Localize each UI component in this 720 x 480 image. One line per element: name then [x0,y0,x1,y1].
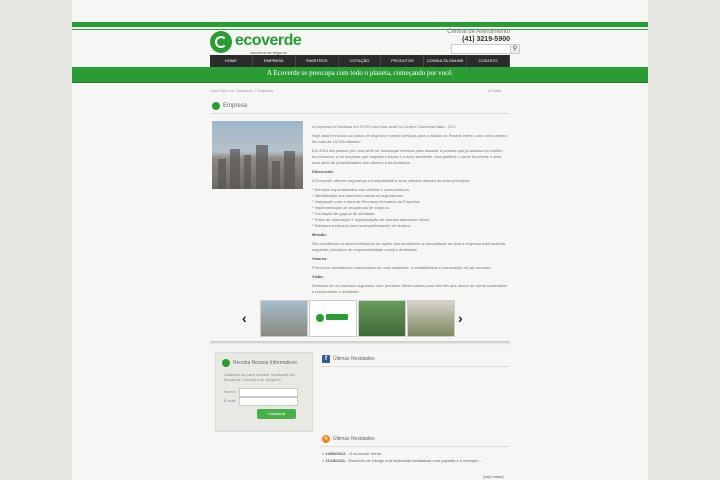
search-input[interactable] [451,44,511,54]
logo-mark-icon [210,31,232,53]
news-text: - Escritório de Design cria luminárias f… [346,458,482,463]
divider [210,113,510,114]
paragraph: A Ecoverde oferece segurança e tranquili… [312,178,471,183]
search-icon: ⚲ [512,46,518,52]
carousel-shadow [210,341,510,345]
paragraph: Hoje atua em todos os ramos de seguros e… [312,133,507,144]
paragraph: Em 2010 ela passou por uma série de muda… [312,148,503,165]
nav-contato[interactable]: CONTATO [467,55,511,67]
valores-heading: Valores: [312,256,328,261]
contact-info: Central de Atendimento (41) 3219-5900 [447,29,510,43]
nav-home[interactable]: HOME [210,55,253,67]
top-green-line [72,22,648,27]
image-carousel: ‹ › [242,300,482,337]
double-chevron-icon: » [322,458,325,463]
divider [320,446,510,447]
contact-label: Central de Atendimento [447,29,510,35]
nav-cotacao[interactable]: COTAÇÃO [339,55,382,67]
section-title-text: Empresa [223,103,248,109]
phone-number: (41) 3219-5900 [462,36,510,43]
facebook-icon: f [322,355,330,363]
newsletter-title-text: Receba Nossos Informativos [233,360,297,366]
voltar-link[interactable]: ◂ Voltar [488,88,501,93]
carousel-thumb[interactable] [260,300,308,337]
newsletter-title: Receba Nossos Informativos [222,359,297,367]
ver-todas-link[interactable]: [veja todas] [483,474,503,479]
divider [320,366,510,367]
facebook-title-text: Últimas Novidades [333,356,375,362]
cadastrar-button[interactable]: Cadastrar [257,409,296,419]
city-photo [212,121,303,189]
carousel-thumb[interactable] [309,300,357,337]
news-item[interactable]: » 11/10/2011 - Escritório de Design cria… [322,458,482,463]
logo-text: ecoverde [235,32,302,49]
email-label: E-mail: [224,398,237,403]
newsletter-box: Receba Nossos Informativos Cadastre-se p… [215,352,313,432]
name-label: Nome: [224,389,236,394]
paragraph: A empresa foi fundada em 1978 e tem sua … [312,124,457,129]
voltar-label: Voltar [491,88,502,93]
nav-consulta-online[interactable]: CONSULTA ONLINE [424,55,468,67]
slogan-banner: A Ecoverde se preocupa com todo o planet… [72,67,648,83]
nav-produtos[interactable]: PRODUTOS [381,55,425,67]
facebook-section-title: f Últimas Novidades [322,355,375,363]
breadcrumb: Você está em: Empresa > Empresa [210,88,274,93]
section-title: Empresa [212,102,247,110]
news-item[interactable]: » 14/09/2012 - O ecoverde Verde [322,451,381,456]
news-date: 14/09/2012 [325,451,346,456]
paragraph: Destacar-se no mercado segurador com pro… [312,283,508,294]
carousel-thumb[interactable] [407,300,455,337]
ecoverde-mini-icon [212,102,220,110]
diferencial-heading: Diferencial: [312,169,334,174]
blogger-icon: B [322,435,330,443]
chevron-right-icon: › [458,310,463,326]
visao-heading: Visão: [312,274,324,279]
name-field[interactable] [239,388,298,397]
logo-mark-icon [326,314,348,320]
paragraph: Ser excelência no desenvolvimento de açõ… [312,241,506,252]
carousel-thumb[interactable] [358,300,406,337]
ecoverde-mini-icon [222,359,230,367]
page: ecoverde corretora de seguros Central de… [72,0,648,480]
newsletter-description: Cadastre-se para receber novidades da Ec… [224,372,295,382]
paragraph: Princípios norteadores relacionados ao m… [312,265,492,270]
blog-title-text: Últimas Novidades [333,436,375,442]
search-button[interactable]: ⚲ [510,44,520,54]
missao-heading: Missão: [312,232,327,237]
company-text: A empresa foi fundada em 1978 e tem sua … [312,124,508,298]
news-date: 11/10/2011 [325,458,345,463]
chevron-left-icon: ‹ [242,310,247,326]
blog-section-title: B Últimas Novidades [322,435,375,443]
top-green-thin-line [72,29,648,30]
bullet: * Estrutura exclusiva para acompanhament… [312,223,412,228]
nav-empresa[interactable]: EMPRESA [253,55,296,67]
carousel-prev-button[interactable]: ‹ [242,310,247,326]
news-text: - O ecoverde Verde [346,451,382,456]
main-nav: HOME EMPRESA SINISTROS COTAÇÃO PRODUTOS … [210,55,511,67]
carousel-next-button[interactable]: › [458,310,463,326]
double-chevron-icon: » [322,451,325,456]
logo-mark-icon [316,314,324,322]
email-field[interactable] [239,397,298,406]
nav-sinistros[interactable]: SINISTROS [296,55,339,67]
slogan-text: A Ecoverde se preocupa com todo o planet… [266,69,454,77]
